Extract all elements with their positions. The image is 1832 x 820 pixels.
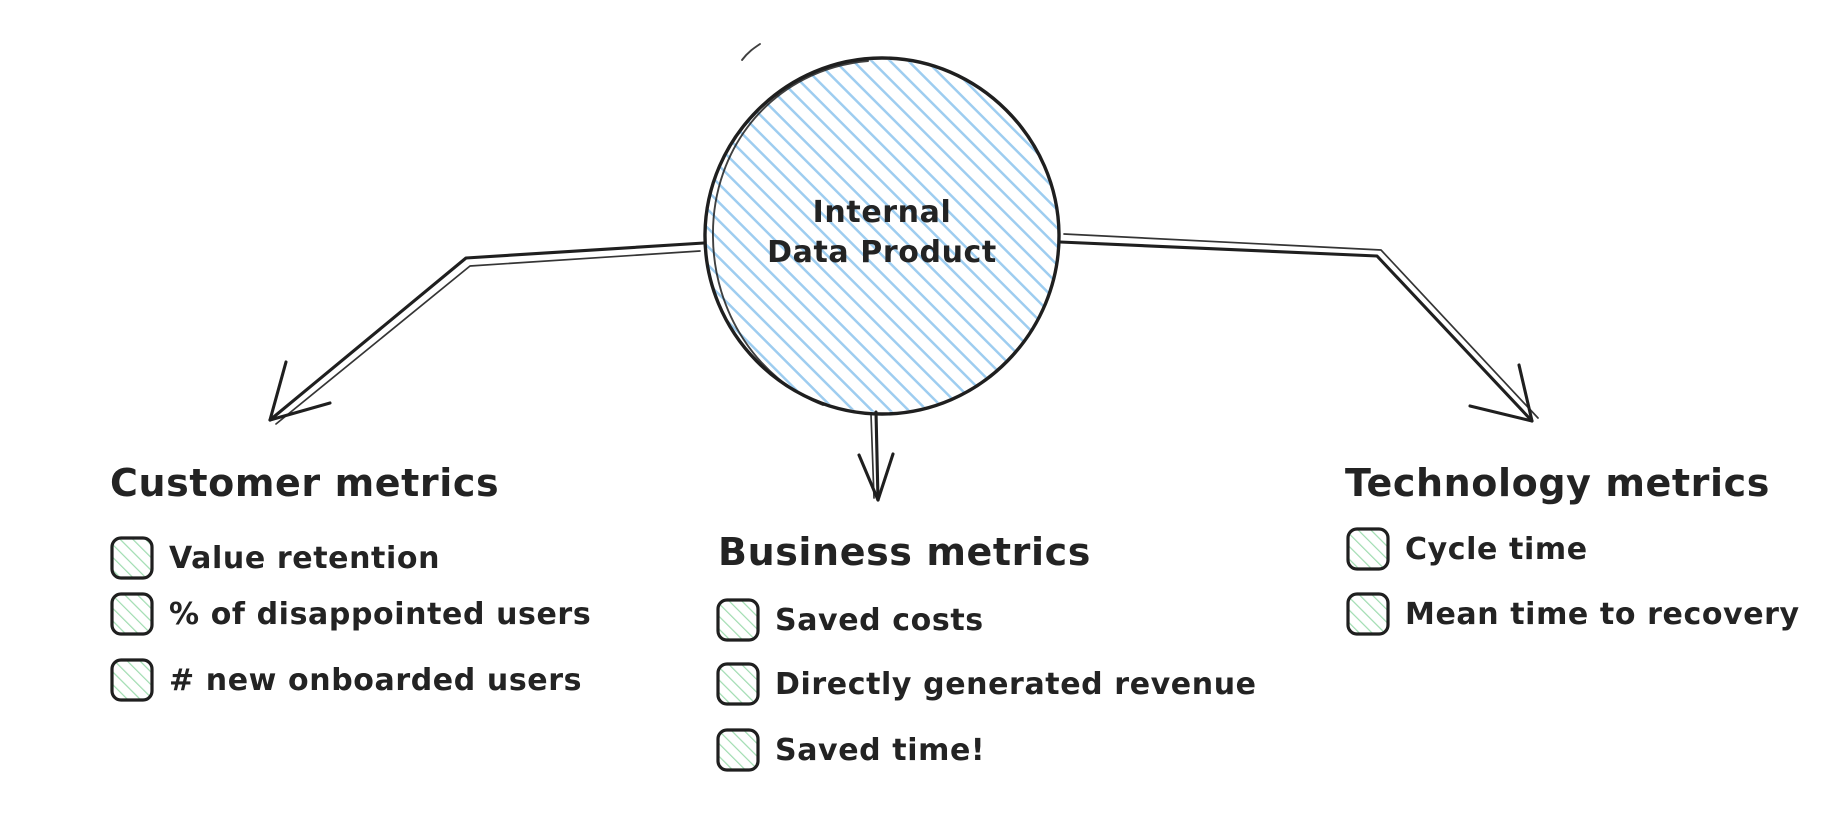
metric-row[interactable]: # new onboarded users — [108, 656, 582, 706]
checkbox-icon[interactable] — [1344, 590, 1394, 640]
heading-business-metrics: Business metrics — [718, 530, 1091, 574]
metric-label: Value retention — [169, 541, 440, 576]
metric-row[interactable]: Saved costs — [714, 596, 984, 646]
metric-row[interactable]: Mean time to recovery — [1344, 590, 1800, 640]
branch-customer-metrics: Customer metrics Value retention % of di… — [108, 461, 591, 706]
diagram-canvas: Internal Data Product Customer metrics V… — [0, 0, 1832, 820]
metric-row[interactable]: Value retention — [108, 534, 440, 584]
metric-label: # new onboarded users — [169, 663, 582, 698]
diagram-svg: Internal Data Product Customer metrics V… — [108, 43, 1800, 776]
checkbox-icon[interactable] — [1344, 525, 1394, 575]
branch-business-metrics: Business metrics Saved costs Directly ge… — [714, 530, 1257, 776]
center-node[interactable]: Internal Data Product — [690, 43, 1080, 434]
arrow-to-technology-metrics — [1058, 233, 1539, 423]
heading-technology-metrics: Technology metrics — [1345, 461, 1770, 505]
center-node-outline-sketch-2 — [741, 43, 761, 61]
metric-label: % of disappointed users — [169, 597, 591, 632]
metric-row[interactable]: Directly generated revenue — [714, 660, 1257, 710]
checkbox-icon[interactable] — [714, 660, 764, 710]
arrow-to-business-metrics — [857, 410, 895, 502]
metric-row[interactable]: Cycle time — [1344, 525, 1588, 575]
checkbox-icon[interactable] — [108, 590, 158, 640]
metric-label: Saved costs — [775, 603, 984, 638]
branch-technology-metrics: Technology metrics Cycle time Mean time … — [1344, 461, 1800, 640]
metric-row[interactable]: Saved time! — [714, 726, 985, 776]
checkbox-icon[interactable] — [108, 656, 158, 706]
metric-label: Cycle time — [1405, 532, 1588, 567]
checkbox-icon[interactable] — [714, 596, 764, 646]
heading-customer-metrics: Customer metrics — [110, 461, 499, 505]
metric-label: Saved time! — [775, 733, 985, 768]
metric-label: Directly generated revenue — [775, 667, 1257, 702]
center-node-title-line1: Internal — [813, 195, 952, 230]
center-node-title-line2: Data Product — [767, 235, 997, 270]
checkbox-icon[interactable] — [714, 726, 764, 776]
arrow-to-customer-metrics — [268, 241, 706, 425]
checkbox-icon[interactable] — [108, 534, 158, 584]
metric-row[interactable]: % of disappointed users — [108, 590, 591, 640]
metric-label: Mean time to recovery — [1405, 597, 1800, 632]
